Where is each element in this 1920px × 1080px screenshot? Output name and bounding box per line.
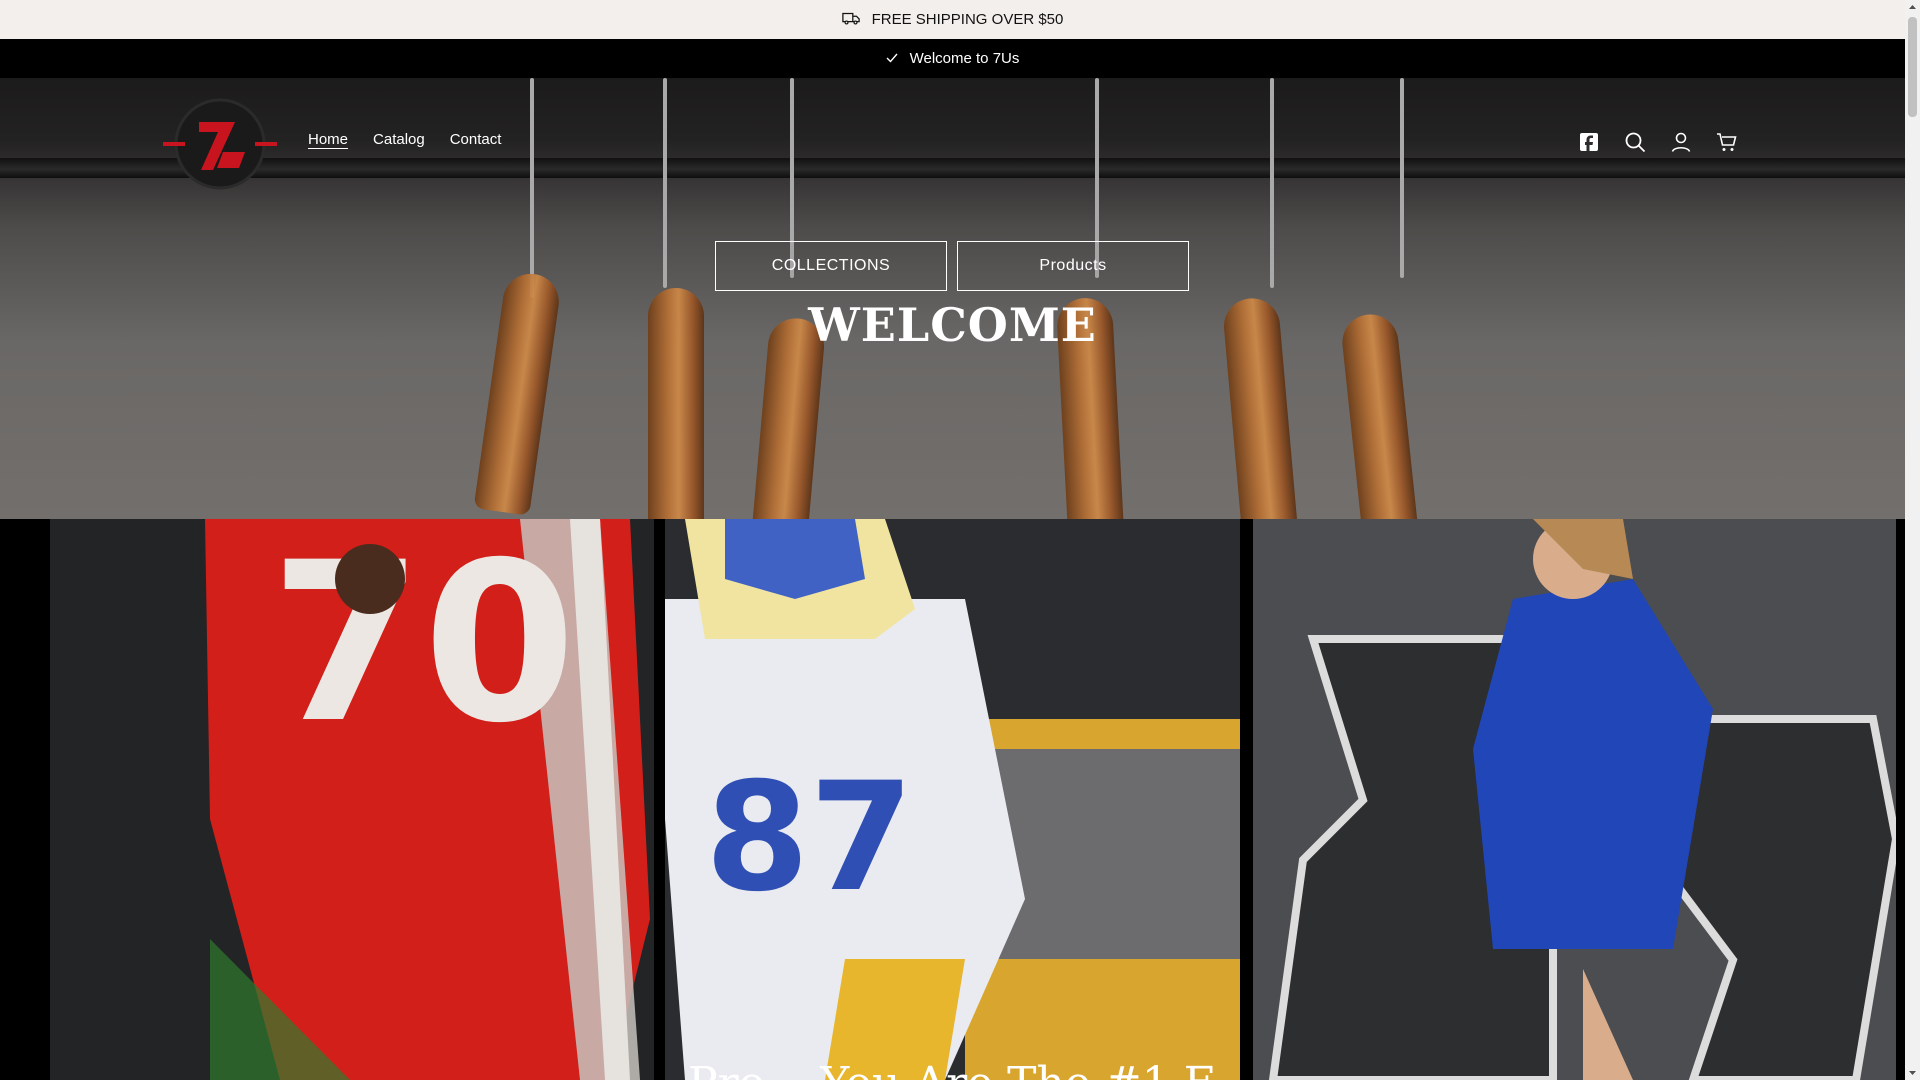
welcome-announcement-bar: Welcome to 7Us bbox=[0, 39, 1905, 78]
cart-icon[interactable] bbox=[1716, 131, 1738, 153]
welcome-announcement-text: Welcome to 7Us bbox=[909, 50, 1020, 67]
shipping-announcement-bar: FREE SHIPPING OVER $50 bbox=[0, 0, 1905, 39]
shipping-announcement-text: FREE SHIPPING OVER $50 bbox=[871, 11, 1064, 28]
header-icons bbox=[1578, 131, 1738, 153]
soccer-player-image-panel bbox=[1253, 519, 1896, 1080]
account-icon[interactable] bbox=[1670, 131, 1692, 153]
svg-text:70: 70 bbox=[270, 519, 576, 771]
jersey-image-panel: 70 bbox=[50, 519, 654, 1080]
svg-text:87: 87 bbox=[705, 751, 914, 925]
collections-button[interactable]: COLLECTIONS bbox=[715, 241, 947, 291]
main-navigation: Home Catalog Contact bbox=[308, 131, 501, 148]
nav-catalog-link[interactable]: Catalog bbox=[373, 131, 425, 148]
page-scrollbar[interactable] bbox=[1905, 0, 1920, 1080]
hero-heading: WELCOME bbox=[808, 298, 1097, 352]
football-player-image-panel: 87 bbox=[665, 519, 1240, 1080]
clothes-rail bbox=[0, 158, 1905, 178]
products-button[interactable]: Products bbox=[957, 241, 1189, 291]
nav-home-link[interactable]: Home bbox=[308, 131, 348, 148]
checkmark-icon bbox=[886, 50, 898, 67]
video-collage[interactable]: 70 87 bbox=[0, 519, 1905, 1080]
brand-logo[interactable] bbox=[163, 96, 277, 192]
storefront-page: FREE SHIPPING OVER $50 Welcome to 7Us Ho… bbox=[0, 0, 1905, 1080]
search-icon[interactable] bbox=[1624, 131, 1646, 153]
scroll-down-arrow-icon[interactable] bbox=[1905, 1065, 1920, 1080]
facebook-icon[interactable] bbox=[1578, 131, 1600, 153]
truck-icon bbox=[841, 11, 860, 29]
scroll-up-arrow-icon[interactable] bbox=[1905, 0, 1920, 15]
video-caption: Pro... You Are The #1 F... bbox=[688, 1058, 1249, 1080]
scrollbar-thumb[interactable] bbox=[1908, 17, 1917, 117]
nav-contact-link[interactable]: Contact bbox=[450, 131, 502, 148]
